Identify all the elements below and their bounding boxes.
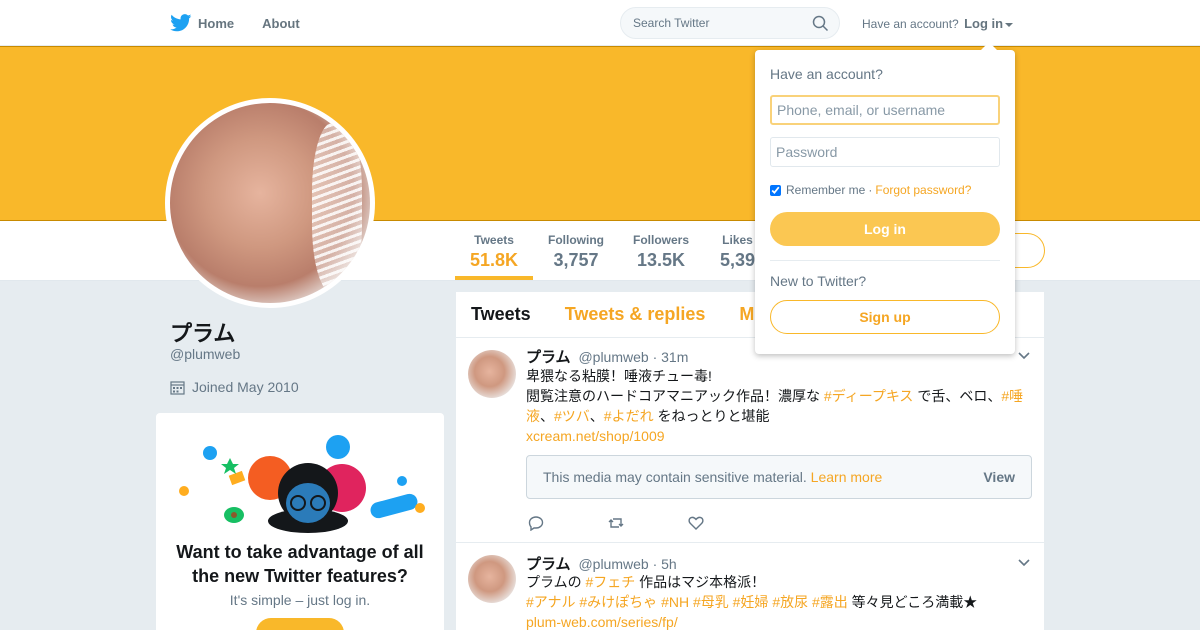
hashtag-link[interactable]: #ツバ — [554, 408, 590, 424]
hashtag-links[interactable]: #アナル #みけぽちゃ #NH #母乳 #妊婦 #放尿 #露出 — [526, 594, 848, 610]
avatar-image — [170, 103, 370, 303]
tweet-author-handle[interactable]: @plumweb — [578, 556, 648, 572]
account-menu[interactable]: Have an account? Log in — [862, 16, 1014, 31]
profile-name[interactable]: プラム — [170, 316, 235, 348]
top-navigation: Home About Search Twitter Have an accoun… — [0, 0, 1200, 46]
joined-text: Joined May 2010 — [192, 379, 299, 395]
joined-date: Joined May 2010 — [170, 379, 299, 395]
login-button[interactable]: Log in — [770, 212, 1000, 246]
forgot-password-link[interactable]: Forgot password? — [875, 183, 971, 197]
tweet-url-link[interactable]: plum-web.com/series/fp/ — [526, 612, 1031, 630]
tweet-text: 卑猥なる粘膜！唾液チュー毒! 閲覧注意のハードコアマニアック作品！濃厚な #ディ… — [526, 366, 1031, 446]
remember-me-row: Remember me · Forgot password? — [770, 183, 971, 197]
nav-about-link[interactable]: About — [262, 16, 300, 31]
stat-value: 5,39 — [720, 250, 756, 270]
tweet-url-link[interactable]: xcream.net/shop/1009 — [526, 426, 1031, 446]
hashtag-link[interactable]: #よだれ — [604, 408, 654, 424]
tab-tweets-replies[interactable]: Tweets & replies — [565, 304, 706, 325]
tweet-line: 閲覧注意のハードコアマニアック作品！濃厚な #ディープキス で舌、ベロ、#唾液、… — [526, 386, 1031, 426]
stat-label: Following — [548, 233, 604, 247]
login-dropdown: Have an account? Remember me · Forgot pa… — [755, 42, 1015, 354]
tweet-text-segment: 作品はマジ本格派！ — [635, 574, 766, 590]
password-field[interactable] — [770, 137, 1000, 167]
signup-promo-card: Want to take advantage of all the new Tw… — [156, 413, 444, 630]
stat-followers[interactable]: Followers 13.5K — [633, 233, 689, 271]
remember-me-checkbox[interactable] — [770, 184, 781, 196]
hashtag-link[interactable]: #ディープキス — [824, 388, 914, 404]
search-icon[interactable] — [812, 15, 829, 32]
view-media-button[interactable]: View — [983, 469, 1015, 485]
stat-likes[interactable]: Likes 5,39 — [720, 233, 755, 271]
divider — [770, 260, 1000, 261]
stat-tweets[interactable]: Tweets 51.8K — [470, 233, 518, 271]
tweet-timestamp[interactable]: · 31m — [653, 349, 689, 365]
active-stat-underline — [455, 276, 533, 280]
tweet-text-segment: 、 — [540, 408, 554, 424]
chevron-down-icon[interactable] — [1018, 559, 1030, 567]
tweet-actions — [528, 515, 768, 531]
nav-left: Home About — [170, 0, 328, 46]
tweet-text-segment: 等々見どころ満載★ — [847, 594, 978, 610]
like-icon[interactable] — [688, 515, 704, 531]
login-menu-toggle[interactable]: Log in — [964, 16, 1003, 31]
profile-handle[interactable]: @plumweb — [170, 346, 240, 362]
tweet-line: プラムの #フェチ 作品はマジ本格派！ — [526, 572, 1031, 592]
promo-login-button[interactable] — [256, 618, 344, 630]
stat-label: Tweets — [474, 233, 514, 247]
stat-label: Likes — [722, 233, 753, 247]
tweet-text-segment: 閲覧注意のハードコアマニアック作品！濃厚な — [526, 388, 824, 404]
tweet[interactable]: プラム @plumweb · 5h プラムの #フェチ 作品はマジ本格派！ #ア… — [456, 544, 1044, 630]
retweet-icon[interactable] — [608, 515, 624, 531]
tweet-header: プラム @plumweb · 5h — [526, 553, 677, 574]
tweet-author-handle[interactable]: @plumweb — [578, 349, 648, 365]
have-account-text: Have an account? — [862, 17, 959, 31]
stat-label: Followers — [633, 233, 690, 247]
remember-me-label[interactable]: Remember me — [786, 183, 865, 197]
search-placeholder: Search Twitter — [633, 16, 710, 30]
chevron-down-icon — [1005, 22, 1014, 27]
tweet-line: 卑猥なる粘膜！唾液チュー毒! — [526, 368, 712, 384]
tweet-avatar[interactable] — [468, 555, 516, 603]
tweet[interactable]: プラム @plumweb · 31m 卑猥なる粘膜！唾液チュー毒! 閲覧注意のハ… — [456, 339, 1044, 543]
tweet-timestamp[interactable]: · 5h — [653, 556, 677, 572]
calendar-icon — [170, 380, 185, 395]
stat-value: 13.5K — [636, 250, 686, 270]
nav-home-link[interactable]: Home — [198, 16, 234, 31]
separator-dot: · — [868, 183, 873, 197]
stat-following[interactable]: Following 3,757 — [548, 233, 604, 271]
tweet-avatar[interactable] — [468, 350, 516, 398]
dropdown-title: Have an account? — [770, 66, 883, 82]
stat-value: 3,757 — [553, 250, 599, 270]
tweet-author-name[interactable]: プラム — [526, 556, 571, 573]
chevron-down-icon[interactable] — [1018, 352, 1030, 360]
tweet-text-segment: をねっとりと堪能 — [653, 408, 770, 424]
tweet-text-segment: 、 — [589, 408, 604, 424]
tab-media[interactable]: M — [739, 304, 754, 325]
promo-illustration — [179, 435, 425, 533]
new-to-twitter-text: New to Twitter? — [770, 273, 867, 289]
tweet-text-segment: で舌、ベロ、 — [913, 388, 1002, 404]
signup-button[interactable]: Sign up — [770, 300, 1000, 334]
username-field[interactable] — [770, 95, 1000, 125]
promo-title: Want to take advantage of all the new Tw… — [176, 542, 424, 586]
profile-avatar[interactable] — [165, 98, 375, 308]
tweet-author-name[interactable]: プラム — [526, 349, 571, 366]
learn-more-link[interactable]: Learn more — [811, 469, 883, 485]
tab-tweets[interactable]: Tweets — [471, 304, 531, 325]
sensitive-media-warning: This media may contain sensitive materia… — [526, 455, 1032, 499]
search-input[interactable]: Search Twitter — [620, 7, 840, 39]
media-warning-text: This media may contain sensitive materia… — [543, 469, 807, 485]
promo-subtitle: It's simple – just log in. — [229, 592, 371, 608]
stat-value: 51.8K — [470, 250, 519, 270]
tweet-line: #アナル #みけぽちゃ #NH #母乳 #妊婦 #放尿 #露出 等々見どころ満載… — [526, 592, 1031, 612]
tweet-header: プラム @plumweb · 31m — [526, 346, 688, 367]
reply-icon[interactable] — [528, 515, 544, 531]
tweet-text: プラムの #フェチ 作品はマジ本格派！ #アナル #みけぽちゃ #NH #母乳 … — [526, 572, 1031, 630]
tweet-text-segment: プラムの — [526, 574, 586, 590]
twitter-bird-icon[interactable] — [170, 14, 192, 32]
hashtag-link[interactable]: #フェチ — [585, 574, 635, 590]
